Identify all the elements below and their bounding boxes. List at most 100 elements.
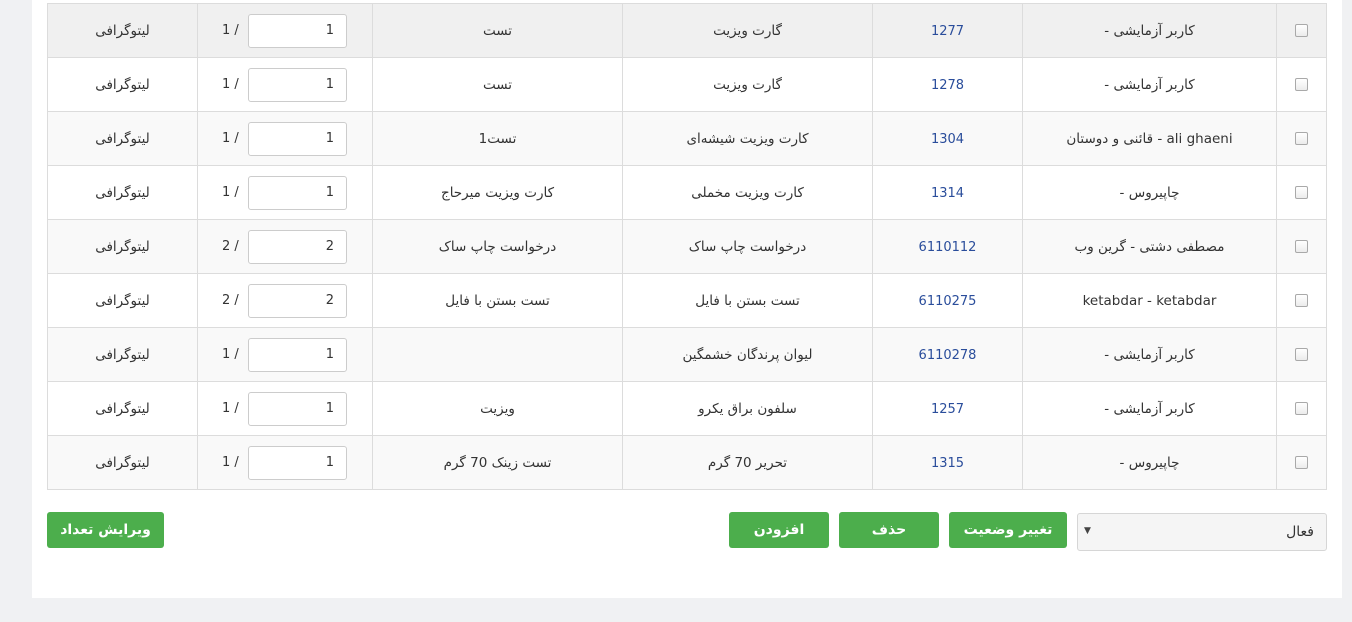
row-select-cell [1276,381,1327,436]
row-select-cell [1276,273,1327,328]
row-checkbox[interactable] [1295,240,1308,253]
table-row[interactable]: ali ghaeni - قائنی و دوستان 1304 کارت وی… [47,111,1327,166]
quantity-cell: 2 / [197,273,373,328]
quantity-input[interactable] [248,283,347,318]
row-select-cell [1276,111,1327,166]
print-type-cell: لیتوگرافی [47,327,198,382]
orders-table-body: کاربر آزمایشی - 1277 گارت ویزیت تست 1 / … [47,3,1327,490]
customer-cell: کاربر آزمایشی - [1022,57,1277,112]
quantity-cell: 2 / [197,219,373,274]
quantity-cell: 1 / [197,435,373,490]
delete-button[interactable]: حذف [839,512,939,548]
print-type-cell: لیتوگرافی [47,111,198,166]
row-checkbox[interactable] [1295,24,1308,37]
quantity-total: 1 / [222,23,239,38]
quantity-cell: 1 / [197,111,373,166]
order-code-link[interactable]: 1304 [931,132,964,147]
product-name-cell: درخواست چاپ ساک [622,219,873,274]
quantity-input[interactable] [248,337,347,372]
description-cell: تست [372,57,623,112]
order-code-link[interactable]: 6110112 [919,240,977,255]
table-row[interactable]: کاربر آزمایشی - 1277 گارت ویزیت تست 1 / … [47,3,1327,58]
description-cell: تست [372,3,623,58]
orders-panel: کاربر آزمایشی - 1277 گارت ویزیت تست 1 / … [32,0,1342,598]
order-code-link[interactable]: 6110275 [919,294,977,309]
row-checkbox[interactable] [1295,132,1308,145]
quantity-input[interactable] [248,121,347,156]
row-select-cell [1276,327,1327,382]
chevron-down-icon: ▼ [1084,526,1091,536]
order-code-link[interactable]: 1315 [931,456,964,471]
quantity-input[interactable] [248,391,347,426]
product-name-cell: سلفون براق یکرو [622,381,873,436]
status-select[interactable]: فعال ▼ [1077,513,1327,551]
quantity-input[interactable] [248,13,347,48]
order-code-link[interactable]: 1257 [931,402,964,417]
order-code-link[interactable]: 1314 [931,186,964,201]
row-checkbox[interactable] [1295,402,1308,415]
quantity-total: 1 / [222,455,239,470]
order-code-link[interactable]: 1277 [931,24,964,39]
quantity-input[interactable] [248,67,347,102]
product-name-cell: کارت ویزیت مخملی [622,165,873,220]
quantity-total: 1 / [222,185,239,200]
product-name-cell: لیوان پرندگان خشمگین [622,327,873,382]
add-button[interactable]: افزودن [729,512,829,548]
edit-count-button[interactable]: ویرایش تعداد [47,512,164,548]
quantity-cell: 1 / [197,165,373,220]
row-checkbox[interactable] [1295,456,1308,469]
print-type-cell: لیتوگرافی [47,165,198,220]
status-select-value: فعال [1286,524,1314,540]
code-cell: 1277 [872,3,1023,58]
code-cell: 1314 [872,165,1023,220]
table-row[interactable]: مصطفی دشتی - گرین وب 6110112 درخواست چاپ… [47,219,1327,274]
customer-cell: کاربر آزمایشی - [1022,327,1277,382]
print-type-cell: لیتوگرافی [47,219,198,274]
product-name-cell: کارت ویزیت شیشه‌ای [622,111,873,166]
orders-table: کاربر آزمایشی - 1277 گارت ویزیت تست 1 / … [47,3,1327,490]
row-select-cell [1276,165,1327,220]
customer-cell: ketabdar - ketabdar [1022,273,1277,328]
order-code-link[interactable]: 1278 [931,78,964,93]
customer-cell: ali ghaeni - قائنی و دوستان [1022,111,1277,166]
code-cell: 6110278 [872,327,1023,382]
description-cell: تست زینک 70 گرم [372,435,623,490]
table-row[interactable]: چاپیروس - 1315 تحریر 70 گرم تست زینک 70 … [47,435,1327,490]
row-checkbox[interactable] [1295,78,1308,91]
product-name-cell: تحریر 70 گرم [622,435,873,490]
row-select-cell [1276,219,1327,274]
order-code-link[interactable]: 6110278 [919,348,977,363]
quantity-input[interactable] [248,445,347,480]
table-row[interactable]: چاپیروس - 1314 کارت ویزیت مخملی کارت ویز… [47,165,1327,220]
code-cell: 6110112 [872,219,1023,274]
code-cell: 1304 [872,111,1023,166]
change-status-button[interactable]: تغییر وضعیت [949,512,1067,548]
row-select-cell [1276,435,1327,490]
row-checkbox[interactable] [1295,348,1308,361]
table-row[interactable]: ketabdar - ketabdar 6110275 تست بستن با … [47,273,1327,328]
quantity-cell: 1 / [197,3,373,58]
quantity-input[interactable] [248,229,347,264]
table-row[interactable]: کاربر آزمایشی - 1257 سلفون براق یکرو ویز… [47,381,1327,436]
code-cell: 6110275 [872,273,1023,328]
description-cell: کارت ویزیت میرحاج [372,165,623,220]
table-row[interactable]: کاربر آزمایشی - 1278 گارت ویزیت تست 1 / … [47,57,1327,112]
row-checkbox[interactable] [1295,294,1308,307]
customer-cell: چاپیروس - [1022,165,1277,220]
customer-cell: مصطفی دشتی - گرین وب [1022,219,1277,274]
print-type-cell: لیتوگرافی [47,381,198,436]
quantity-total: 1 / [222,131,239,146]
print-type-cell: لیتوگرافی [47,3,198,58]
quantity-input[interactable] [248,175,347,210]
quantity-total: 1 / [222,401,239,416]
product-name-cell: گارت ویزیت [622,3,873,58]
code-cell: 1315 [872,435,1023,490]
quantity-cell: 1 / [197,381,373,436]
code-cell: 1257 [872,381,1023,436]
quantity-cell: 1 / [197,57,373,112]
description-cell: درخواست چاپ ساک [372,219,623,274]
row-checkbox[interactable] [1295,186,1308,199]
quantity-total: 1 / [222,347,239,362]
table-row[interactable]: کاربر آزمایشی - 6110278 لیوان پرندگان خش… [47,327,1327,382]
quantity-total: 2 / [222,293,239,308]
